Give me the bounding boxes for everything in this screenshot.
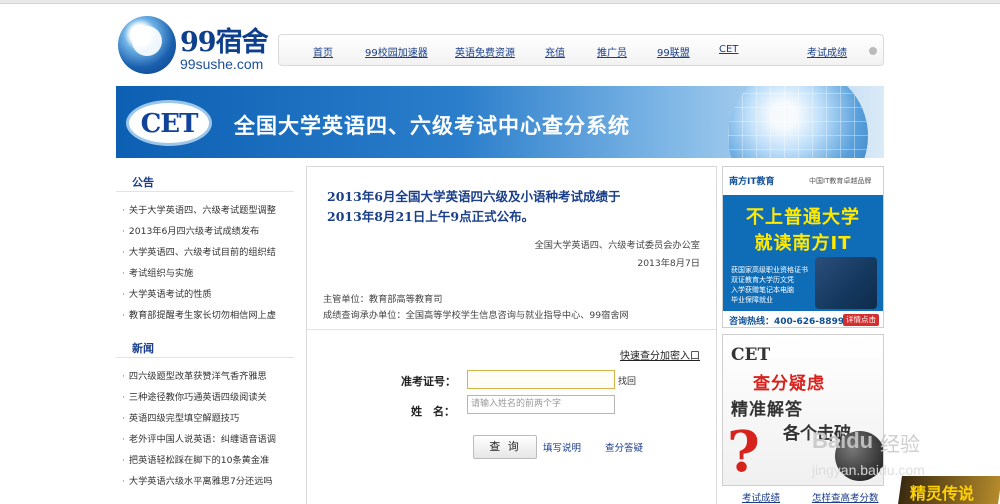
ad1-headline-1: 不上普通大学	[746, 207, 860, 228]
globe-logo-icon	[118, 16, 176, 74]
list-item[interactable]: 关于大学英语四、六级考试题型调整	[116, 200, 294, 221]
ad1-bullets: 获国家高级职业资格证书 双证教育大学历文凭 入学获赠笔记本电脑 毕业保障就业	[731, 266, 808, 304]
name-label: 姓 名：	[411, 405, 455, 418]
ticket-label: 准考证号：	[401, 375, 456, 388]
nav-recharge[interactable]: 充值	[545, 44, 565, 59]
name-input[interactable]: 请输入姓名的前两个字	[467, 395, 615, 414]
score-query-panel: 2013年6月全国大学英语四六级及小语种考试成绩于 2013年8月21日上午9点…	[306, 166, 717, 504]
list-item[interactable]: 老外评中国人说英语：纠缠语音语调	[116, 429, 294, 450]
news-title: 新闻	[116, 332, 294, 358]
quick-query-link[interactable]: 快速查分加密入口	[620, 347, 700, 362]
cet-badge-text: CET	[140, 109, 199, 139]
announcements-list: 关于大学英语四、六级考试题型调整 2013年6月四六级考试成绩发布 大学英语四、…	[116, 200, 294, 326]
list-item[interactable]: 英语四级完型填空解题技巧	[116, 408, 294, 429]
ad1-headline-2: 就读南方IT	[754, 233, 852, 254]
nav-alliance[interactable]: 99联盟	[657, 44, 690, 59]
list-item[interactable]: 考试组织与实施	[116, 263, 294, 284]
ad1-tagline: 中国IT教育卓越品牌	[809, 177, 872, 185]
ad2-cet: CET	[731, 345, 771, 365]
paw-icon	[869, 47, 877, 55]
retrieve-link[interactable]: 找回	[618, 374, 636, 387]
list-item[interactable]: 把英语轻松踩在脚下的10条黄金准	[116, 450, 294, 471]
ad1-detail-button[interactable]: 详情点击	[843, 314, 879, 326]
supervisor-info: 主管单位：教育部高等教育司	[323, 294, 443, 305]
left-sidebar: 公告 关于大学英语四、六级考试题型调整 2013年6月四六级考试成绩发布 大学英…	[116, 166, 294, 504]
cet-badge-logo: CET	[126, 100, 212, 146]
watermark-baidu: Baidu	[812, 428, 874, 453]
ad1-logo: 南方IT教育	[729, 177, 775, 187]
bottom-link-scores[interactable]: 考试成绩	[742, 490, 780, 504]
list-item[interactable]: 大学英语考试的性质	[116, 284, 294, 305]
nav-english-resources[interactable]: 英语免费资源	[455, 44, 515, 59]
watermark-jingyan: 经验	[880, 432, 920, 456]
ad2-line-1: 查分疑虑	[753, 374, 825, 394]
ticket-number-input[interactable]	[467, 370, 615, 389]
organizer-info: 成绩查询承办单位：全国高等学校学生信息咨询与就业指导中心、99宿舍网	[323, 310, 629, 321]
bottom-link-gaokao[interactable]: 怎样查高考分数	[812, 490, 879, 504]
news-list: 四六级题型改革获赞洋气香齐雅思 三种途径教你巧通英语四级阅读关 英语四级完型填空…	[116, 366, 294, 492]
nav-exam-scores[interactable]: 考试成绩	[807, 44, 847, 59]
browser-top-edge	[0, 0, 1000, 4]
query-button[interactable]: 查 询	[473, 435, 537, 459]
ad2-line-2: 精准解答	[731, 400, 803, 420]
site-logo[interactable]: 99宿舍 99sushe.com	[114, 10, 274, 76]
announcements-title: 公告	[116, 166, 294, 192]
list-item[interactable]: 三种途径教你巧通英语四级阅读关	[116, 387, 294, 408]
faq-link[interactable]: 查分答疑	[605, 440, 643, 454]
cet-banner: CET 全国大学英语四、六级考试中心查分系统	[116, 86, 884, 158]
notice-signature: 全国大学英语四、六级考试委员会办公室	[534, 240, 700, 251]
help-link[interactable]: 填写说明	[543, 440, 581, 454]
game-logo-text: 精灵传说	[910, 484, 975, 503]
nav-accelerator[interactable]: 99校园加速器	[365, 44, 428, 59]
banner-title: 全国大学英语四、六级考试中心查分系统	[234, 114, 630, 138]
nav-home[interactable]: 首页	[313, 44, 333, 59]
list-item[interactable]: 教育部提醒考生家长切勿相信网上虚	[116, 305, 294, 326]
notice-line-2: 2013年8月21日上午9点正式公布。	[327, 209, 535, 224]
notice-date: 2013年8月7日	[637, 258, 700, 269]
notice-line-1: 2013年6月全国大学英语四六级及小语种考试成绩于	[327, 189, 621, 204]
ad-nanfang-it[interactable]: 南方IT教育 中国IT教育卓越品牌 不上普通大学 就读南方IT 获国家高级职业资…	[722, 166, 884, 328]
students-image	[815, 257, 877, 309]
question-mark-icon: ?	[727, 419, 760, 485]
announcement-notice: 2013年6月全国大学英语四六级及小语种考试成绩于 2013年8月21日上午9点…	[327, 187, 697, 227]
ad1-phone: 咨询热线：400-626-8899	[729, 317, 845, 327]
list-item[interactable]: 大学英语六级水平离雅思7分还远吗	[116, 471, 294, 492]
nav-promoter[interactable]: 推广员	[597, 44, 627, 59]
logo-domain: 99sushe.com	[180, 56, 264, 72]
list-item[interactable]: 四六级题型改革获赞洋气香齐雅思	[116, 366, 294, 387]
logo-brand: 99宿舍	[180, 27, 269, 58]
main-nav: 首页 99校园加速器 英语免费资源 充值 推广员 99联盟 CET 考试成绩	[278, 34, 884, 66]
list-item[interactable]: 大学英语四、六级考试目前的组织结	[116, 242, 294, 263]
nav-cet[interactable]: CET	[719, 44, 738, 55]
list-item[interactable]: 2013年6月四六级考试成绩发布	[116, 221, 294, 242]
divider	[307, 329, 716, 330]
